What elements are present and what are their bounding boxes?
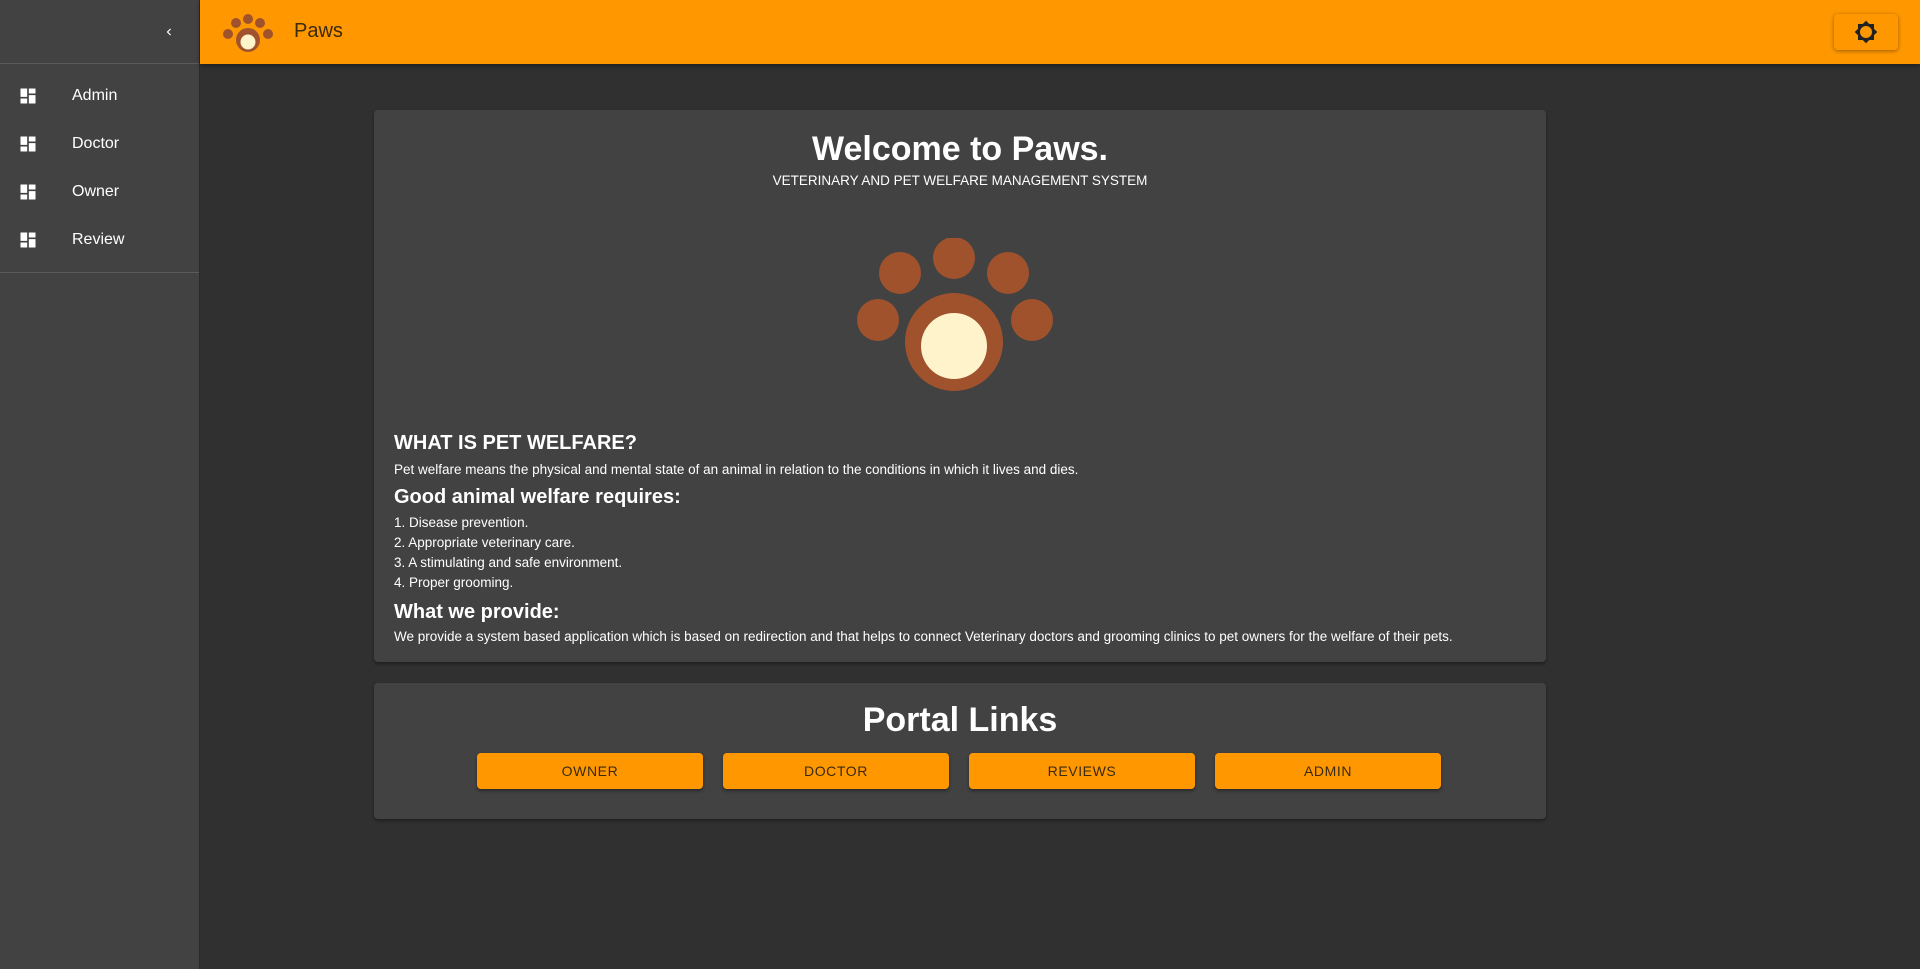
sidebar-item-owner[interactable]: Owner: [0, 168, 199, 216]
welcome-subtitle: VETERINARY AND PET WELFARE MANAGEMENT SY…: [772, 173, 1148, 188]
dashboard-icon: [18, 134, 38, 154]
list-item: 4. Proper grooming.: [394, 575, 514, 590]
brightness-icon: [1854, 20, 1878, 44]
theme-toggle-button[interactable]: [1834, 14, 1898, 50]
top-toolbar: Paws: [200, 0, 1920, 64]
sidebar: Admin Doctor Owner Review: [0, 0, 200, 969]
sidebar-item-label: Doctor: [72, 135, 120, 152]
sidebar-item-review[interactable]: Review: [0, 216, 199, 264]
portal-buttons: OWNER DOCTOR REVIEWS ADMIN: [477, 753, 1441, 789]
provide-text: We provide a system based application wh…: [394, 629, 1453, 644]
sidebar-item-label: Review: [72, 231, 125, 248]
dashboard-icon: [18, 182, 38, 202]
welcome-content: WHAT IS PET WELFARE? Pet welfare means t…: [394, 432, 1534, 645]
owner-portal-button[interactable]: OWNER: [477, 753, 703, 789]
doctor-portal-button[interactable]: DOCTOR: [723, 753, 949, 789]
sidebar-item-label: Owner: [72, 183, 120, 200]
sidebar-item-admin[interactable]: Admin: [0, 72, 199, 120]
list-item: 2. Appropriate veterinary care.: [394, 535, 575, 550]
reviews-portal-button[interactable]: REVIEWS: [969, 753, 1195, 789]
sidebar-collapse-button[interactable]: [155, 18, 183, 46]
sidebar-nav: Admin Doctor Owner Review: [0, 64, 199, 273]
dashboard-icon: [18, 230, 38, 250]
list-item: 3. A stimulating and safe environment.: [394, 555, 623, 570]
chevron-left-icon: [166, 28, 171, 36]
provide-heading: What we provide:: [394, 601, 560, 623]
portal-links-title: Portal Links: [862, 701, 1058, 739]
admin-portal-button[interactable]: ADMIN: [1215, 753, 1441, 789]
sidebar-item-label: Admin: [72, 87, 118, 104]
requirements-heading: Good animal welfare requires:: [394, 486, 681, 508]
paw-illustration-icon: [857, 238, 1053, 391]
sidebar-header: [0, 0, 199, 64]
dashboard-icon: [18, 86, 38, 106]
sidebar-item-doctor[interactable]: Doctor: [0, 120, 199, 168]
pet-welfare-heading: WHAT IS PET WELFARE?: [394, 432, 637, 454]
paw-logo-icon: [223, 14, 273, 52]
pet-welfare-text: Pet welfare means the physical and menta…: [394, 462, 1079, 477]
welcome-title: Welcome to Paws.: [811, 130, 1109, 168]
list-item: 1. Disease prevention.: [394, 515, 529, 530]
app-title: Paws: [294, 20, 343, 42]
welcome-card: Welcome to Paws. VETERINARY AND PET WELF…: [374, 110, 1546, 662]
portal-links-card: Portal Links OWNER DOCTOR REVIEWS ADMIN: [374, 683, 1546, 819]
